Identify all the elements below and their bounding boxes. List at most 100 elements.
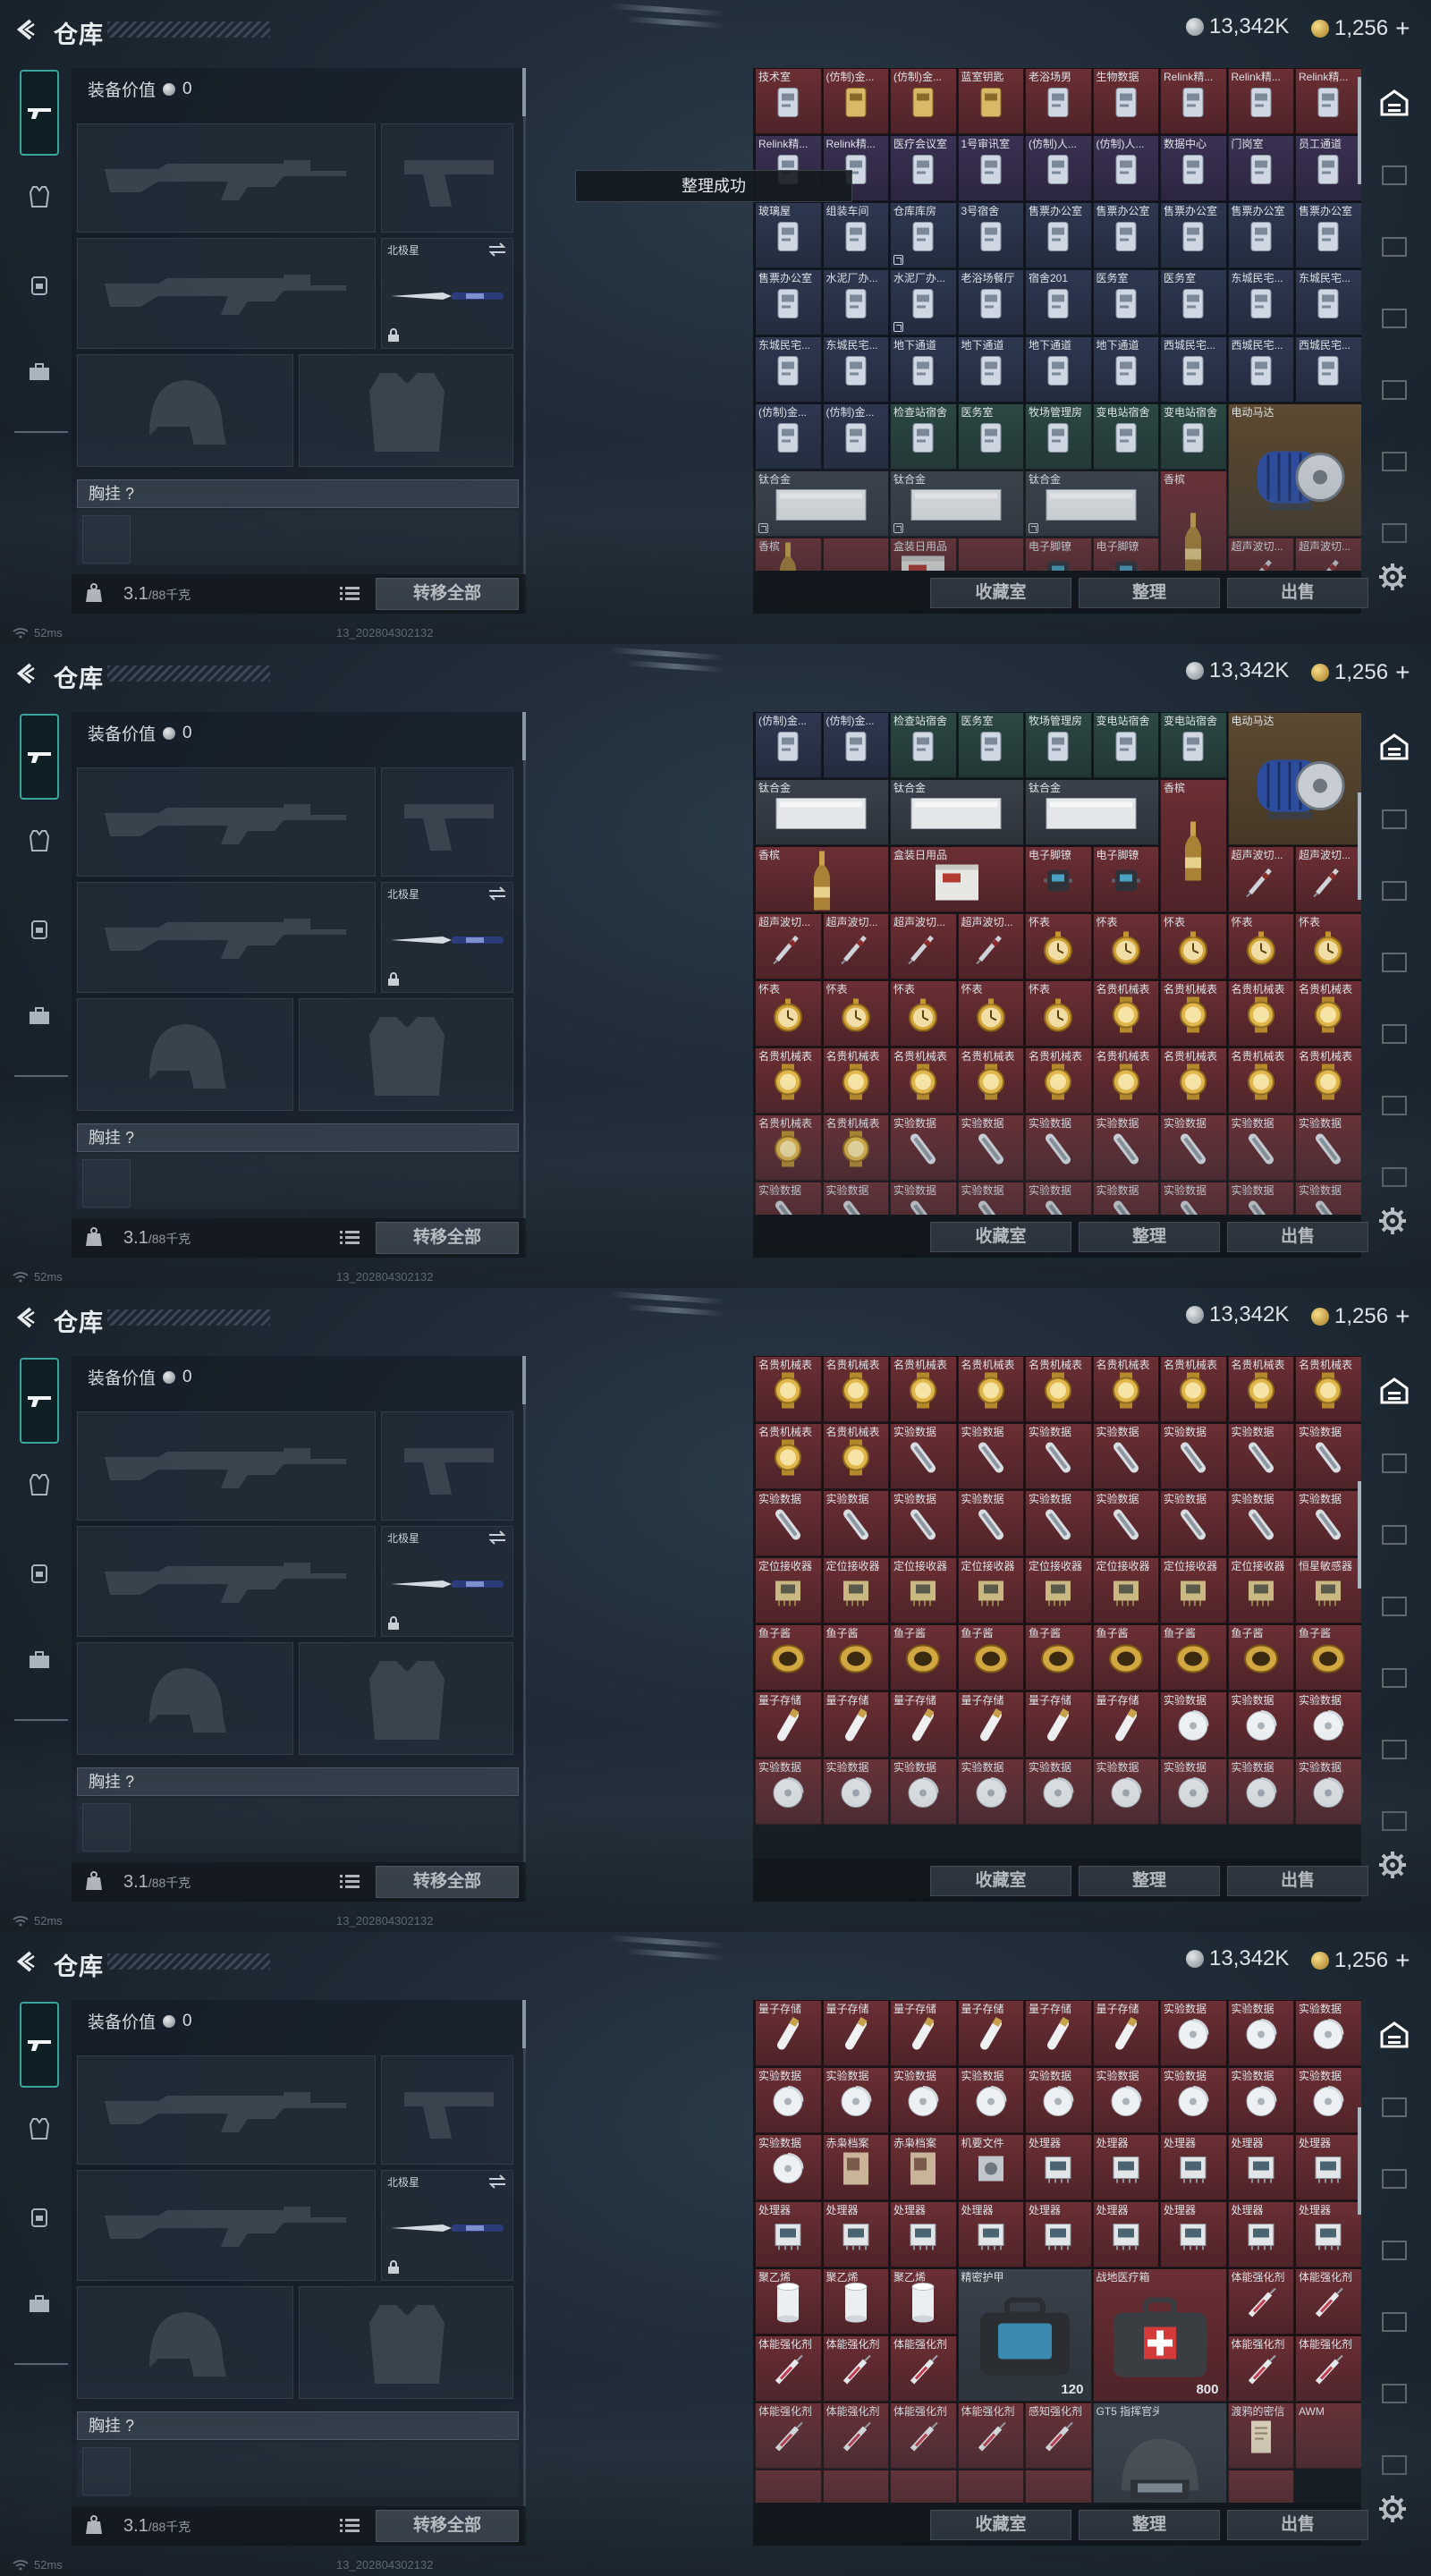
tab-weapons[interactable] [20, 714, 59, 800]
armor-slot[interactable] [299, 998, 513, 1111]
storage-item[interactable]: 体能强化剂 [822, 2402, 889, 2469]
storage-item[interactable]: 鱼子酱 [822, 1624, 889, 1690]
storage-item[interactable]: (仿制)人... [1025, 135, 1092, 201]
storage-item[interactable]: 电子脚镣 [1025, 538, 1092, 571]
storage-tab-icon[interactable] [1379, 2377, 1410, 2408]
storage-item[interactable]: 实验数据 [1295, 1691, 1361, 1758]
storage-item[interactable]: 实验数据 [1295, 1182, 1361, 1215]
swap-icon[interactable] [487, 242, 507, 257]
storage-tab-icon[interactable] [1379, 1662, 1410, 1692]
storage-item[interactable]: 实验数据 [1025, 1114, 1092, 1181]
storage-item[interactable]: 怀表 [1025, 913, 1092, 979]
storage-item[interactable]: 数据中心 [1160, 135, 1227, 201]
storage-item[interactable]: 名贵机械表 [1160, 980, 1227, 1046]
storage-item[interactable]: 医务室 [1160, 269, 1227, 335]
storage-item[interactable]: 实验数据 [1227, 2067, 1294, 2133]
add-gold-button[interactable]: + [1395, 1946, 1410, 1975]
storage-item[interactable]: 名贵机械表 [755, 1047, 822, 1114]
storage-item[interactable]: 超声波切... [1227, 538, 1294, 571]
storage-item[interactable]: 变电站宿舍 [1160, 712, 1227, 778]
storage-item[interactable]: 名贵机械表 [822, 1423, 889, 1489]
storage-item[interactable]: 超声波切... [1295, 538, 1361, 571]
storage-item[interactable]: 处理器 [755, 2201, 822, 2267]
storage-item[interactable]: 实验数据 [1295, 1423, 1361, 1489]
storage-tab-icon[interactable] [1379, 445, 1410, 476]
storage-item[interactable]: 量子存储 [890, 1691, 957, 1758]
storage-scrollbar[interactable] [1358, 1481, 1361, 1589]
storage-tab-icon[interactable] [1379, 1805, 1410, 1835]
chest-rig-header[interactable]: 胸挂 ? [77, 479, 519, 508]
storage-item[interactable]: 香槟 [1160, 779, 1227, 912]
storage-item[interactable]: 实验数据 [1160, 1490, 1227, 1556]
warehouse-icon[interactable] [1379, 1376, 1410, 1406]
pistol-slot[interactable] [381, 123, 513, 233]
collection-room-button[interactable]: 收藏室 [930, 2510, 1071, 2540]
storage-item[interactable] [822, 538, 889, 571]
storage-item[interactable] [890, 2470, 957, 2503]
storage-item[interactable]: 怀表 [890, 980, 957, 1046]
storage-item[interactable]: 实验数据 [1092, 1423, 1159, 1489]
storage-item[interactable]: 体能强化剂 [957, 2402, 1024, 2469]
storage-item[interactable]: 组装车间 [822, 202, 889, 268]
warehouse-icon[interactable] [1379, 732, 1410, 762]
storage-item[interactable]: 名贵机械表 [1295, 1356, 1361, 1422]
storage-item[interactable]: 钛合金 [1025, 470, 1159, 537]
storage-item[interactable]: 处理器 [1295, 2134, 1361, 2200]
pistol-slot[interactable] [381, 1411, 513, 1521]
storage-item[interactable]: 鱼子酱 [1227, 1624, 1294, 1690]
storage-item[interactable]: 实验数据 [755, 1758, 822, 1825]
primary-weapon-slot[interactable] [77, 2055, 376, 2165]
equipment-scrollbar[interactable] [522, 2000, 526, 2048]
storage-item[interactable]: 实验数据 [890, 2067, 957, 2133]
sell-button[interactable]: 出售 [1227, 1222, 1368, 1252]
tab-case[interactable] [20, 352, 59, 392]
tab-case[interactable] [20, 1640, 59, 1680]
storage-item[interactable]: 名贵机械表 [1227, 1047, 1294, 1114]
list-icon[interactable] [340, 1874, 360, 1890]
storage-item[interactable]: 实验数据 [1092, 1114, 1159, 1181]
storage-item[interactable]: 实验数据 [1160, 2000, 1227, 2066]
storage-item[interactable] [957, 538, 1024, 571]
storage-item[interactable]: 体能强化剂 [1227, 2335, 1294, 2402]
melee-slot[interactable]: 北极星 [381, 1526, 513, 1637]
storage-item[interactable]: Relink精... [1160, 68, 1227, 134]
storage-item[interactable]: 地下通道 [1092, 336, 1159, 402]
storage-item[interactable]: 仓库库房 [890, 202, 957, 268]
storage-item[interactable]: 定位接收器 [1092, 1557, 1159, 1623]
helmet-slot[interactable] [77, 2286, 293, 2399]
storage-item[interactable]: 定位接收器 [957, 1557, 1024, 1623]
storage-item[interactable]: 量子存储 [1092, 1691, 1159, 1758]
storage-item[interactable]: 实验数据 [822, 1182, 889, 1215]
storage-item[interactable]: 实验数据 [1025, 1182, 1092, 1215]
primary-weapon-slot[interactable] [77, 123, 376, 233]
storage-item[interactable]: 盒装日用品 [890, 538, 957, 571]
storage-item[interactable]: 钛合金 [755, 470, 889, 537]
storage-item[interactable]: 名贵机械表 [890, 1047, 957, 1114]
transfer-all-button[interactable]: 转移全部 [376, 1222, 519, 1254]
storage-tab-icon[interactable] [1379, 374, 1410, 404]
storage-item[interactable]: 实验数据 [1227, 1758, 1294, 1825]
storage-item[interactable]: 水泥厂办... [822, 269, 889, 335]
storage-item[interactable]: 实验数据 [1295, 2000, 1361, 2066]
storage-item[interactable]: 体能强化剂 [1227, 2268, 1294, 2334]
storage-item[interactable]: 处理器 [1227, 2134, 1294, 2200]
storage-item[interactable]: 实验数据 [1025, 1490, 1092, 1556]
storage-item[interactable]: (仿制)金... [755, 712, 822, 778]
storage-item[interactable]: 量子存储 [890, 2000, 957, 2066]
back-arrow-icon[interactable] [13, 1948, 39, 1975]
storage-item[interactable]: 鱼子酱 [1092, 1624, 1159, 1690]
storage-item[interactable]: 东城民宅... [1295, 269, 1361, 335]
sort-button[interactable]: 整理 [1079, 1866, 1220, 1896]
storage-item[interactable]: 实验数据 [1227, 1182, 1294, 1215]
tab-weapons[interactable] [20, 1358, 59, 1444]
storage-item[interactable]: 东城民宅... [822, 336, 889, 402]
storage-item[interactable]: 赤枭档案 [890, 2134, 957, 2200]
storage-item[interactable]: 实验数据 [890, 1114, 957, 1181]
storage-item[interactable]: 处理器 [1295, 2201, 1361, 2267]
storage-item[interactable]: 聚乙烯 [890, 2268, 957, 2334]
storage-item[interactable]: 名贵机械表 [1227, 980, 1294, 1046]
melee-slot[interactable]: 北极星 [381, 882, 513, 993]
storage-scrollbar[interactable] [1358, 77, 1361, 184]
storage-item[interactable]: 实验数据 [1092, 1758, 1159, 1825]
melee-slot[interactable]: 北极星 [381, 238, 513, 349]
